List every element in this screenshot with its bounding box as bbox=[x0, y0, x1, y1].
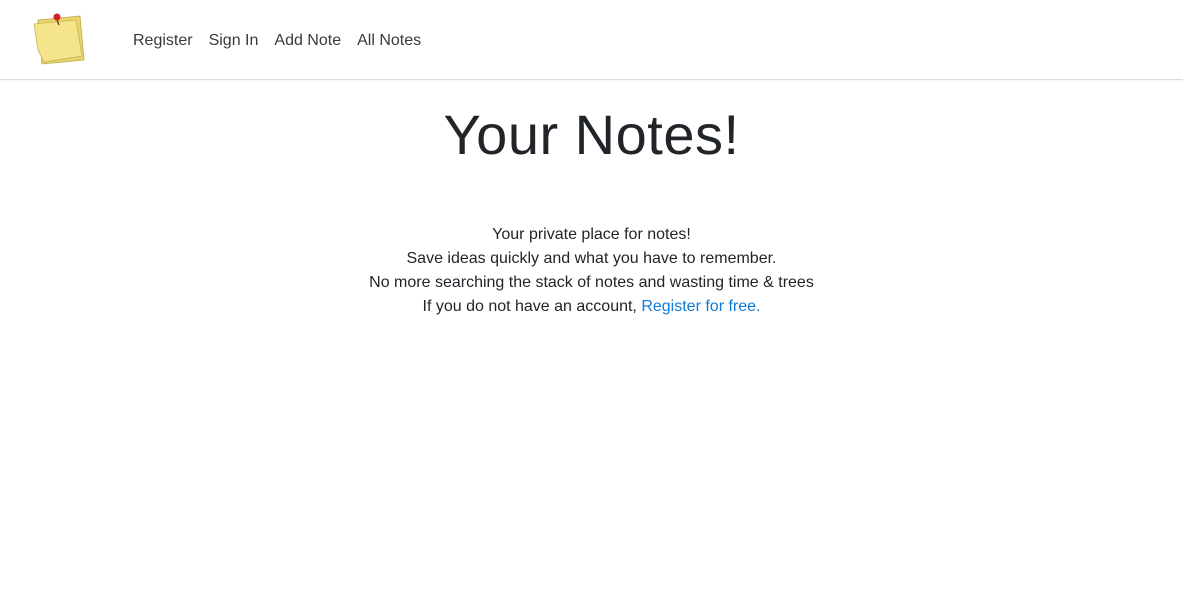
nav-sign-in-link[interactable]: Sign In bbox=[209, 29, 259, 53]
intro-text: Your private place for notes! Save ideas… bbox=[0, 223, 1183, 319]
main-content: Your Notes! Your private place for notes… bbox=[0, 81, 1183, 319]
register-for-free-link[interactable]: Register for free. bbox=[641, 298, 760, 315]
register-cta-prefix: If you do not have an account, bbox=[422, 298, 642, 315]
navbar: Register Sign In Add Note All Notes bbox=[0, 0, 1183, 80]
intro-line: No more searching the stack of notes and… bbox=[369, 274, 814, 291]
nav-register-link[interactable]: Register bbox=[133, 29, 193, 53]
sticky-note-icon[interactable] bbox=[30, 10, 90, 68]
page-title: Your Notes! bbox=[443, 103, 740, 166]
register-cta-line: If you do not have an account, Register … bbox=[0, 295, 1183, 319]
nav-add-note-link[interactable]: Add Note bbox=[274, 29, 341, 53]
intro-line: Save ideas quickly and what you have to … bbox=[406, 250, 777, 267]
intro-line: Your private place for notes! bbox=[492, 226, 691, 243]
nav-links: Register Sign In Add Note All Notes bbox=[133, 29, 437, 53]
nav-all-notes-link[interactable]: All Notes bbox=[357, 29, 421, 53]
